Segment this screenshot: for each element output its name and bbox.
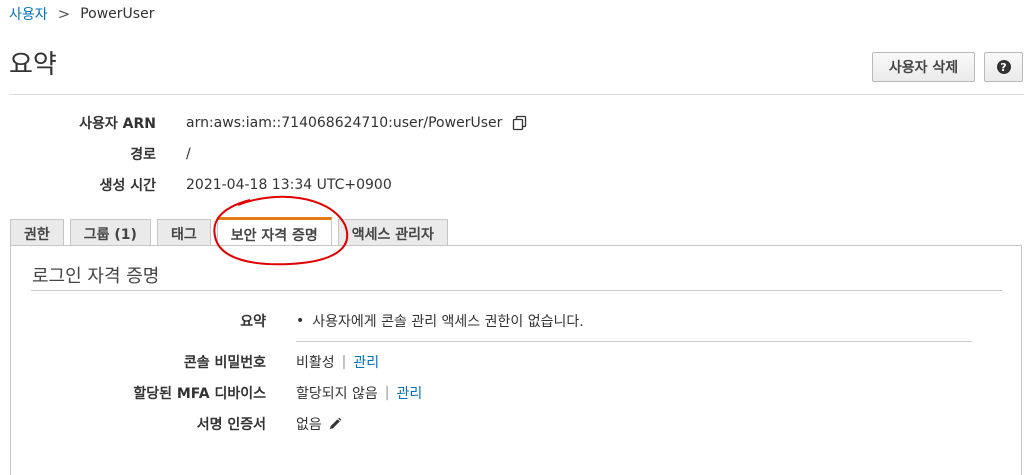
console-password-status: 비활성 <box>296 355 335 371</box>
separator: | <box>384 385 390 401</box>
header-divider <box>9 94 1024 95</box>
question-circle-icon: ? <box>996 60 1011 74</box>
creation-time-label: 생성 시간 <box>99 178 156 194</box>
console-password-row: 콘솔 비밀번호 비활성 | 관리 <box>0 352 1034 372</box>
tab-access-advisor[interactable]: 액세스 관리자 <box>337 219 448 248</box>
tab-bar: 권한 그룹 (1) 태그 보안 자격 증명 액세스 관리자 <box>10 216 454 249</box>
path-row: 경로 / <box>0 144 1034 164</box>
summary-row: 요약 • 사용자에게 콘솔 관리 액세스 권한이 없습니다. <box>0 311 1034 331</box>
tab-tags[interactable]: 태그 <box>156 219 211 248</box>
signing-cert-value: 없음 <box>296 417 322 433</box>
tab-permissions[interactable]: 권한 <box>10 219 64 248</box>
section-title: 로그인 자격 증명 <box>32 266 160 287</box>
breadcrumb: 사용자 > PowerUser <box>9 4 154 24</box>
user-arn-label: 사용자 ARN <box>79 116 156 132</box>
path-value: / <box>186 146 191 162</box>
mfa-device-label: 할당된 MFA 디바이스 <box>133 386 266 402</box>
creation-time-row: 생성 시간 2021-04-18 13:34 UTC+0900 <box>0 175 1034 195</box>
signing-cert-label: 서명 인증서 <box>196 417 266 433</box>
user-arn-row: 사용자 ARN arn:aws:iam::714068624710:user/P… <box>0 113 1034 133</box>
mfa-device-row: 할당된 MFA 디바이스 할당되지 않음 | 관리 <box>0 383 1034 403</box>
bullet: • <box>296 313 305 329</box>
summary-label: 요약 <box>240 314 266 330</box>
creation-time-value: 2021-04-18 13:34 UTC+0900 <box>186 177 392 193</box>
copy-icon[interactable] <box>512 115 528 131</box>
signing-cert-row: 서명 인증서 없음 <box>0 414 1034 434</box>
summary-divider <box>296 341 972 342</box>
console-password-manage-link[interactable]: 관리 <box>353 352 379 372</box>
summary-text: 사용자에게 콘솔 관리 액세스 권한이 없습니다. <box>312 314 584 330</box>
breadcrumb-users-link[interactable]: 사용자 <box>9 4 48 24</box>
mfa-device-manage-link[interactable]: 관리 <box>396 383 422 403</box>
chevron-right-icon: > <box>57 5 71 23</box>
pencil-icon[interactable] <box>328 417 342 431</box>
tab-groups[interactable]: 그룹 (1) <box>69 219 151 248</box>
separator: | <box>341 354 347 370</box>
section-divider <box>31 290 1002 291</box>
help-button[interactable]: ? <box>984 52 1023 82</box>
user-arn-value: arn:aws:iam::714068624710:user/PowerUser <box>186 115 503 131</box>
delete-user-button[interactable]: 사용자 삭제 <box>872 52 975 82</box>
breadcrumb-current: PowerUser <box>80 6 155 22</box>
page-title: 요약 <box>9 50 57 80</box>
mfa-device-status: 할당되지 않음 <box>296 386 378 402</box>
path-label: 경로 <box>130 147 156 163</box>
console-password-label: 콘솔 비밀번호 <box>183 355 266 371</box>
